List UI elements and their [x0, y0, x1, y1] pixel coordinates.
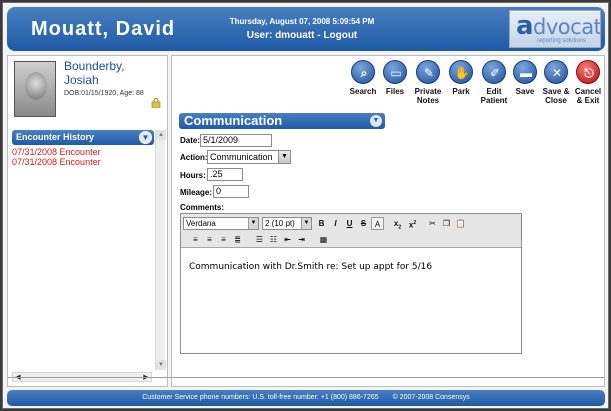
search-label: Search [349, 87, 377, 96]
park-button[interactable]: ✋ Park [444, 60, 478, 96]
footer-bar: Customer Service phone numbers: U.S. tol… [7, 390, 605, 406]
folder-icon: ▭ [390, 66, 402, 80]
font-size-value: 2 (10 pt) [265, 219, 295, 228]
patient-last-name: Bounderby, [64, 59, 125, 73]
copy-icon[interactable]: ❐ [440, 217, 453, 230]
encounter-history-title: Encounter History [16, 132, 95, 142]
scroll-down-icon[interactable]: ▼ [156, 360, 166, 370]
lock-icon[interactable] [151, 98, 161, 108]
font-family-value: Verdana [186, 219, 216, 228]
font-family-select[interactable]: Verdana ▼ [183, 217, 259, 230]
encounter-history-list: 07/31/2008 Encounter 07/31/2008 Encounte… [12, 147, 101, 167]
align-right-icon[interactable]: ≡ [217, 233, 230, 246]
subscript-button[interactable]: x2 [391, 217, 404, 231]
mileage-label: Mileage: [180, 188, 213, 197]
chevron-down-icon[interactable]: ▼ [139, 131, 152, 144]
date-label: Date: [180, 136, 201, 145]
customer-service-phone: Customer Service phone numbers: U.S. tol… [142, 394, 379, 401]
align-left-icon[interactable]: ≡ [189, 233, 202, 246]
search-icon: ⌕ [360, 66, 368, 80]
superscript-button[interactable]: x2 [406, 217, 419, 230]
action-value: Communication [210, 152, 273, 162]
font-color-button[interactable]: A [371, 217, 384, 230]
section-title: Communication [184, 113, 283, 128]
save-label: Save [515, 87, 535, 96]
mileage-field[interactable]: 0 [213, 185, 249, 198]
chevron-down-icon[interactable]: ▼ [248, 218, 258, 229]
logo-subtext: reporting solutions [537, 38, 587, 44]
cancel-exit-label: Cancel & Exit [574, 87, 602, 105]
patient-face-image [25, 72, 47, 100]
action-toolbar: ⌕ Search ▭ Files ✎ Private Notes ✋ Park … [346, 60, 606, 112]
advocate-logo: advocate reporting solutions [509, 10, 601, 48]
underline-button[interactable]: U [343, 217, 356, 230]
close-icon: ✕ [551, 66, 563, 80]
scroll-up-icon[interactable]: ▲ [156, 130, 166, 140]
action-label: Action: [180, 153, 208, 162]
hours-label: Hours: [180, 171, 206, 180]
strikethrough-button[interactable]: S [357, 217, 370, 230]
current-datetime: Thursday, August 07, 2008 5:09:54 PM [229, 17, 375, 26]
bullet-list-icon[interactable]: ☷ [267, 233, 280, 246]
park-label: Park [452, 87, 470, 96]
encounter-history-header[interactable]: Encounter History ▼ [12, 130, 154, 145]
user-logout-link[interactable]: User: dmouatt - Logout [217, 30, 387, 41]
outdent-icon[interactable]: ⇤ [281, 233, 294, 246]
hand-icon: ✋ [454, 66, 470, 80]
encounter-item[interactable]: 07/31/2008 Encounter [12, 147, 101, 157]
exit-icon: ⎋ [584, 66, 594, 80]
comments-editor[interactable]: Verdana ▼ 2 (10 pt) ▼ B I U S A x2 x2 ✂ … [180, 213, 522, 354]
sidebar-vertical-scrollbar[interactable]: ▲ ▼ [155, 130, 166, 370]
copyright: © 2007-2008 Consensys [392, 394, 470, 401]
files-label: Files [385, 87, 405, 96]
patient-dob: DOB:01/15/1920, Age: 88 [64, 90, 144, 97]
align-center-icon[interactable]: ≡ [203, 233, 216, 246]
encounter-item[interactable]: 07/31/2008 Encounter [12, 157, 101, 167]
edit-patient-label: Edit Patient [480, 87, 508, 105]
date-field[interactable]: 5/1/2009 [200, 134, 272, 147]
communication-section-header[interactable]: Communication ▼ [179, 113, 385, 129]
header-bar: Mouatt, David Thursday, August 07, 2008 … [7, 7, 605, 51]
ordered-list-icon[interactable]: ☰ [253, 233, 266, 246]
search-button[interactable]: ⌕ Search [346, 60, 380, 96]
logo-letter: a [516, 11, 534, 41]
cancel-exit-button[interactable]: ⎋ Cancel & Exit [571, 60, 605, 105]
app-frame: Mouatt, David Thursday, August 07, 2008 … [2, 2, 609, 409]
font-size-select[interactable]: 2 (10 pt) ▼ [262, 217, 312, 230]
footer-divider [8, 377, 604, 378]
patient-photo [14, 61, 56, 117]
table-icon[interactable]: ▦ [317, 233, 330, 246]
files-button[interactable]: ▭ Files [378, 60, 412, 96]
private-notes-button[interactable]: ✎ Private Notes [411, 60, 445, 105]
italic-button[interactable]: I [329, 217, 342, 230]
chevron-down-icon[interactable]: ▼ [301, 218, 311, 229]
hours-field[interactable]: .25 [207, 168, 243, 181]
user-name-title: Mouatt, David [31, 18, 176, 40]
chevron-down-icon[interactable]: ▼ [370, 115, 382, 127]
editor-toolbar: Verdana ▼ 2 (10 pt) ▼ B I U S A x2 x2 ✂ … [181, 214, 521, 248]
pin-icon: ✎ [423, 66, 435, 80]
save-close-button[interactable]: ✕ Save & Close [539, 60, 573, 105]
paste-icon[interactable]: 📋 [454, 217, 467, 230]
patient-first-name: Josiah [64, 73, 99, 87]
justify-icon[interactable]: ≣ [231, 233, 244, 246]
save-icon: ▬ [520, 66, 532, 80]
action-select[interactable]: Communication ▼ [207, 150, 291, 164]
edit-icon: ✐ [489, 66, 501, 80]
cut-icon[interactable]: ✂ [426, 217, 439, 230]
patient-name[interactable]: Bounderby, Josiah [64, 59, 125, 87]
save-close-label: Save & Close [542, 87, 570, 105]
logo-word: dvocate [533, 15, 601, 39]
comments-text[interactable]: Communication with Dr.Smith re: Set up a… [189, 262, 432, 272]
sidebar: Bounderby, Josiah DOB:01/15/1920, Age: 8… [7, 55, 168, 387]
main-panel: ⌕ Search ▭ Files ✎ Private Notes ✋ Park … [171, 55, 605, 387]
bold-button[interactable]: B [315, 217, 328, 230]
edit-patient-button[interactable]: ✐ Edit Patient [477, 60, 511, 105]
chevron-down-icon[interactable]: ▼ [278, 151, 290, 163]
private-notes-label: Private Notes [414, 87, 442, 105]
indent-icon[interactable]: ⇥ [295, 233, 308, 246]
comments-label: Comments: [180, 203, 225, 212]
save-button[interactable]: ▬ Save [508, 60, 542, 96]
